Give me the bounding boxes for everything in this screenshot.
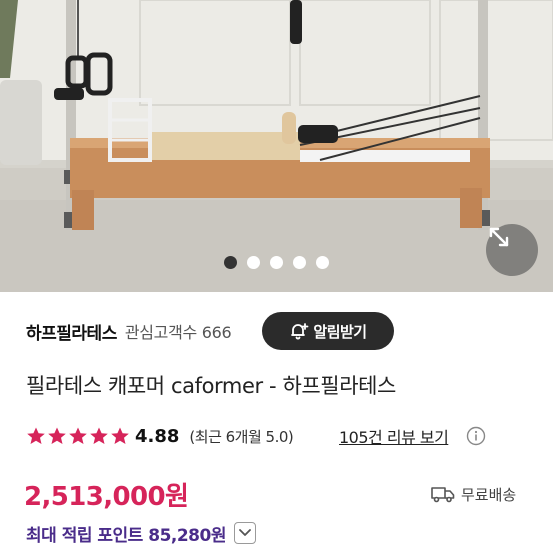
carousel-dot-active[interactable] bbox=[224, 256, 237, 269]
star-icon bbox=[69, 427, 87, 444]
product-image-carousel[interactable] bbox=[0, 0, 553, 292]
carousel-dot[interactable] bbox=[247, 256, 260, 269]
points-row[interactable]: 최대 적립 포인트 85,280원 bbox=[26, 520, 256, 546]
expand-image-button[interactable] bbox=[486, 224, 538, 276]
max-points: 최대 적립 포인트 85,280원 bbox=[26, 525, 226, 546]
seller-name[interactable]: 하프필라테스 bbox=[26, 319, 117, 344]
recent-rating: (최근 6개월 5.0) bbox=[189, 427, 294, 446]
truck-icon bbox=[431, 487, 455, 503]
review-link[interactable]: 105건 리뷰 보기 bbox=[339, 424, 449, 448]
follower-count: 관심고객수 666 bbox=[124, 323, 232, 342]
rating-score: 4.88 bbox=[135, 425, 180, 447]
carousel-dot[interactable] bbox=[293, 256, 306, 269]
star-icon bbox=[111, 427, 129, 444]
star-icon bbox=[27, 427, 45, 444]
seller-row: 하프필라테스 관심고객수 666 알림받기 bbox=[26, 312, 536, 350]
carousel-indicator bbox=[0, 256, 553, 270]
chevron-down-icon bbox=[239, 529, 251, 536]
carousel-dot[interactable] bbox=[316, 256, 329, 269]
star-icon bbox=[48, 427, 66, 444]
alert-subscribe-button[interactable]: 알림받기 bbox=[262, 312, 394, 350]
star-icon bbox=[90, 427, 108, 444]
points-expand-button[interactable] bbox=[233, 522, 256, 544]
alert-button-label: 알림받기 bbox=[313, 322, 367, 341]
product-title: 필라테스 캐포머 caformer - 하프필라테스 bbox=[26, 374, 396, 398]
rating-row: 4.88 (최근 6개월 5.0) 105건 리뷰 보기 bbox=[26, 424, 486, 448]
product-photo bbox=[0, 0, 553, 292]
bell-plus-icon bbox=[291, 323, 309, 340]
shipping-label: 무료배송 bbox=[461, 485, 517, 504]
info-icon[interactable] bbox=[466, 426, 486, 446]
carousel-dot[interactable] bbox=[270, 256, 283, 269]
shipping-info: 무료배송 bbox=[431, 482, 516, 506]
product-price: 2,513,000원 bbox=[24, 482, 189, 512]
star-rating bbox=[26, 426, 130, 446]
expand-arrows-icon bbox=[489, 227, 509, 247]
